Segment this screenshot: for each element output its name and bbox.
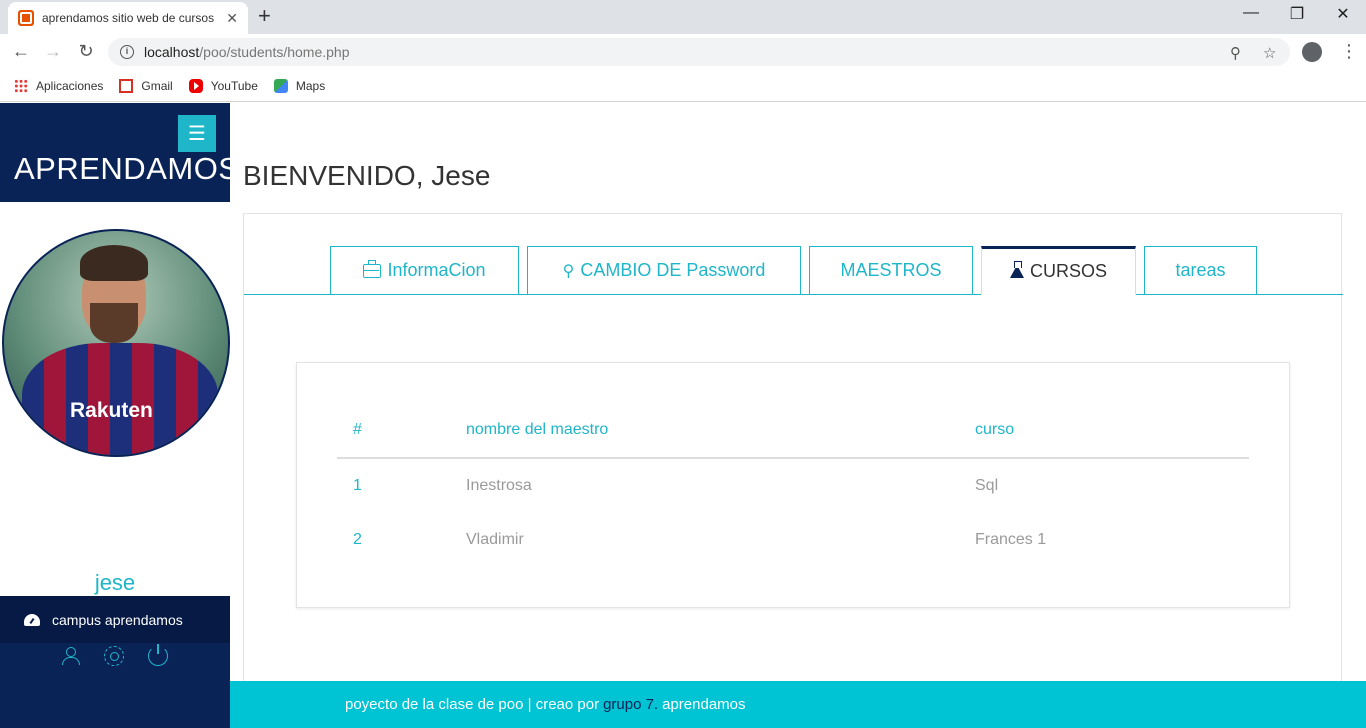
back-icon[interactable]: ← xyxy=(10,41,32,62)
brand-area: ☰ APRENDAMOS xyxy=(0,103,239,202)
table-header-teacher: nombre del maestro xyxy=(466,421,609,438)
tab-informacion[interactable]: InformaCion xyxy=(330,246,519,295)
tab-label: CURSOS xyxy=(1029,261,1107,281)
hamburger-menu-button[interactable]: ☰ xyxy=(178,115,216,152)
browser-toolbar: ← → ↻ i localhost/poo/students/home.php … xyxy=(0,34,1366,70)
gmail-icon xyxy=(119,78,134,93)
menu-kebab-icon[interactable]: ⋮ xyxy=(1340,41,1358,62)
tab-label: tareas xyxy=(1175,260,1226,280)
maps-icon xyxy=(273,78,288,93)
bookmark-youtube[interactable]: YouTube xyxy=(188,78,258,93)
info-icon[interactable]: i xyxy=(120,45,134,59)
tab-cambio-password[interactable]: ⚲ CAMBIO DE Password xyxy=(527,246,801,295)
bookmark-maps[interactable]: Maps xyxy=(273,78,326,93)
tab-label: CAMBIO DE Password xyxy=(580,260,766,280)
power-icon[interactable] xyxy=(148,644,168,666)
hamburger-icon: ☰ xyxy=(188,123,206,145)
address-bar[interactable]: i localhost/poo/students/home.php ⚲ ☆ xyxy=(108,38,1290,66)
table-cell-teacher: Vladimir xyxy=(466,531,524,548)
brand-title: APRENDAMOS xyxy=(14,151,240,186)
avatar-beard xyxy=(90,303,138,343)
table-cell-teacher: Inestrosa xyxy=(466,477,532,494)
avatar-sponsor-logo: Rakuten xyxy=(70,399,153,422)
browser-tab[interactable]: aprendamos sitio web de cursos ✕ xyxy=(8,2,248,34)
bookmark-star-icon[interactable]: ☆ xyxy=(1263,44,1276,62)
tab-label: InformaCion xyxy=(387,260,486,280)
account-icon[interactable] xyxy=(1302,42,1322,62)
main-panel: InformaCion ⚲ CAMBIO DE Password MAESTRO… xyxy=(243,213,1343,683)
close-tab-icon[interactable]: ✕ xyxy=(226,10,238,27)
page-title: BIENVENIDO, Jese xyxy=(243,160,491,191)
youtube-icon xyxy=(188,78,203,93)
minimize-icon[interactable]: — xyxy=(1228,4,1274,22)
tab-cursos[interactable]: CURSOS xyxy=(981,246,1136,295)
close-window-icon[interactable]: ✕ xyxy=(1320,4,1366,24)
new-tab-icon[interactable]: + xyxy=(258,5,271,27)
tab-maestros[interactable]: MAESTROS xyxy=(809,246,973,295)
apps-grid-icon xyxy=(14,78,28,93)
sidebar: ☰ APRENDAMOS Rakuten jese estudiante cam… xyxy=(0,103,239,728)
favicon-icon xyxy=(18,10,34,26)
gear-icon[interactable] xyxy=(104,646,124,666)
reload-icon[interactable]: ↻ xyxy=(75,41,97,62)
bookmark-gmail[interactable]: Gmail xyxy=(119,78,173,93)
table-header-divider xyxy=(337,457,1249,459)
courses-table: # nombre del maestro curso 1 Inestrosa S… xyxy=(296,362,1290,608)
bookmark-label: YouTube xyxy=(210,78,258,93)
flask-icon xyxy=(1009,261,1024,278)
table-header-index: # xyxy=(353,421,362,438)
avatar-hair xyxy=(80,245,148,281)
bookmark-label: Gmail xyxy=(141,78,173,93)
tab-tareas[interactable]: tareas xyxy=(1144,246,1257,295)
bookmark-label: Maps xyxy=(295,78,326,93)
url-path: /poo/students/home.php xyxy=(199,44,350,60)
bookmark-label: Aplicaciones xyxy=(36,78,104,93)
url-host: localhost xyxy=(144,44,200,60)
footer: poyecto de la clase de poo | creao por g… xyxy=(230,681,1366,728)
table-cell-index: 1 xyxy=(353,477,362,494)
footer-brand: aprendamos xyxy=(662,696,746,713)
tab-label: MAESTROS xyxy=(840,260,942,280)
table-cell-index: 2 xyxy=(353,531,362,548)
profile-card: Rakuten jese estudiante xyxy=(0,202,230,666)
user-icon[interactable] xyxy=(60,646,80,666)
tab-title: aprendamos sitio web de cursos xyxy=(42,11,215,25)
restore-icon[interactable]: ❐ xyxy=(1274,4,1320,24)
table-header-course: curso xyxy=(975,421,1015,438)
bookmarks-bar: Aplicaciones Gmail YouTube Maps xyxy=(0,70,1366,102)
profile-username: jese xyxy=(94,570,136,595)
avatar: Rakuten xyxy=(2,229,230,457)
key-icon: ⚲ xyxy=(562,262,575,280)
table-cell-course: Sql xyxy=(975,477,999,494)
table-cell-course: Frances 1 xyxy=(975,531,1047,548)
dashboard-icon xyxy=(24,613,40,626)
key-icon[interactable]: ⚲ xyxy=(1230,44,1241,62)
sidebar-item-label: campus aprendamos xyxy=(52,611,183,628)
browser-tabstrip: aprendamos sitio web de cursos ✕ + — ❐ ✕ xyxy=(0,0,1366,34)
forward-icon[interactable]: → xyxy=(42,41,64,62)
sidebar-item-campus[interactable]: campus aprendamos xyxy=(0,596,230,643)
footer-group: grupo 7. xyxy=(603,696,659,713)
briefcase-icon xyxy=(363,259,382,278)
footer-text: poyecto de la clase de poo | creao por xyxy=(345,696,600,713)
bookmark-apps[interactable]: Aplicaciones xyxy=(14,78,104,93)
